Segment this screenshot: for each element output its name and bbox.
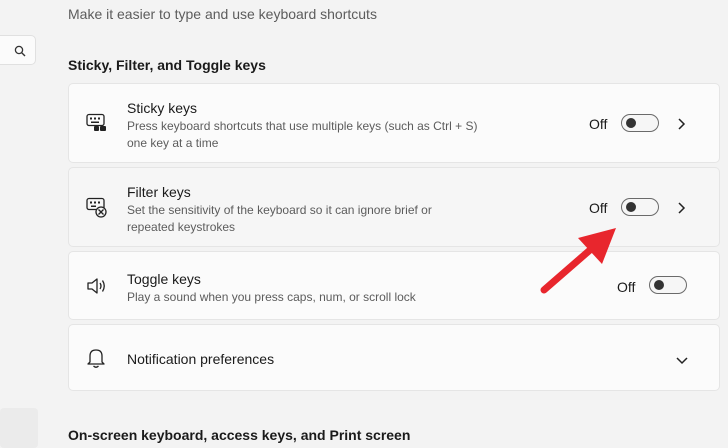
- navigation-pane: [0, 0, 50, 448]
- sticky-keys-state: Off: [589, 116, 608, 132]
- toggle-keys-title: Toggle keys: [127, 271, 201, 287]
- search-box[interactable]: [0, 35, 36, 65]
- chevron-down-icon[interactable]: [675, 353, 689, 371]
- notification-preferences-card[interactable]: Notification preferences: [68, 324, 720, 391]
- notification-preferences-title: Notification preferences: [127, 351, 275, 367]
- toggle-keys-toggle[interactable]: [649, 276, 687, 294]
- section-title-sticky-filter-toggle: Sticky, Filter, and Toggle keys: [68, 57, 266, 73]
- filter-keys-state: Off: [589, 200, 608, 216]
- bell-icon: [86, 347, 106, 374]
- sticky-keys-desc-line-2: one key at a time: [127, 136, 219, 150]
- filter-keys-toggle[interactable]: [621, 198, 659, 216]
- sticky-keys-title: Sticky keys: [127, 100, 198, 116]
- sticky-keys-toggle[interactable]: [621, 114, 659, 132]
- sticky-keys-card[interactable]: Sticky keys Press keyboard shortcuts tha…: [68, 83, 720, 163]
- sticky-keys-icon: [86, 113, 108, 140]
- chevron-right-icon[interactable]: [676, 201, 686, 220]
- section-title-onscreen-keyboard: On-screen keyboard, access keys, and Pri…: [68, 427, 411, 443]
- filter-keys-desc-line-2: repeated keystrokes: [127, 220, 236, 234]
- filter-keys-description: Set the sensitivity of the keyboard so i…: [127, 202, 507, 236]
- speaker-icon: [86, 276, 108, 301]
- toggle-knob: [626, 118, 636, 128]
- sticky-keys-description: Press keyboard shortcuts that use multip…: [127, 118, 507, 152]
- chevron-right-icon[interactable]: [676, 117, 686, 136]
- toggle-keys-desc-line-1: Play a sound when you press caps, num, o…: [127, 290, 416, 304]
- page-subtitle: Make it easier to type and use keyboard …: [68, 6, 377, 22]
- filter-keys-desc-line-1: Set the sensitivity of the keyboard so i…: [127, 203, 432, 217]
- filter-keys-icon: [86, 197, 108, 224]
- filter-keys-title: Filter keys: [127, 184, 191, 200]
- nav-item-partial[interactable]: [0, 408, 38, 448]
- annotation-arrow-icon: [530, 220, 630, 305]
- sticky-keys-desc-line-1: Press keyboard shortcuts that use multip…: [127, 119, 478, 133]
- toggle-knob: [654, 280, 664, 290]
- search-icon: [14, 44, 26, 62]
- toggle-knob: [626, 202, 636, 212]
